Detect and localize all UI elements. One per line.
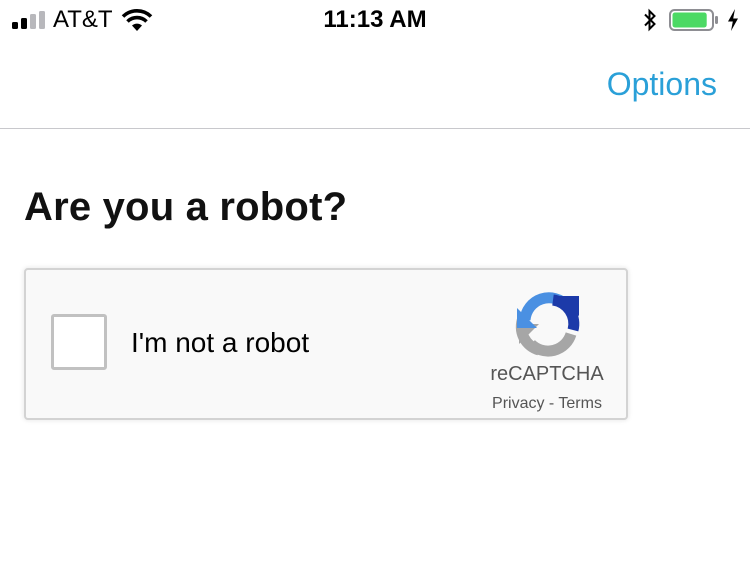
recaptcha-checkbox-label[interactable]: I'm not a robot [131, 326, 309, 360]
navigation-bar: Options [0, 40, 750, 129]
screen: AT&T 11:13 AM Options Are you a robot? I… [0, 0, 750, 570]
terms-link[interactable]: Terms [558, 395, 602, 412]
battery-icon [669, 9, 718, 31]
bluetooth-icon [644, 8, 656, 32]
recaptcha-logo-icon [515, 292, 580, 357]
link-separator: - [544, 395, 559, 412]
page-title: Are you a robot? [24, 185, 348, 229]
privacy-link[interactable]: Privacy [492, 395, 544, 412]
recaptcha-checkbox[interactable] [51, 314, 107, 370]
recaptcha-brand-text: reCAPTCHA [490, 363, 604, 385]
status-bar: AT&T 11:13 AM [0, 0, 750, 40]
status-time: 11:13 AM [323, 6, 427, 33]
charging-bolt-icon [728, 9, 738, 31]
options-button[interactable]: Options [607, 64, 717, 104]
recaptcha-widget: I'm not a robot reCAPTCHA Privacy - Term… [24, 268, 628, 420]
recaptcha-legal-links: Privacy - Terms [466, 394, 628, 414]
